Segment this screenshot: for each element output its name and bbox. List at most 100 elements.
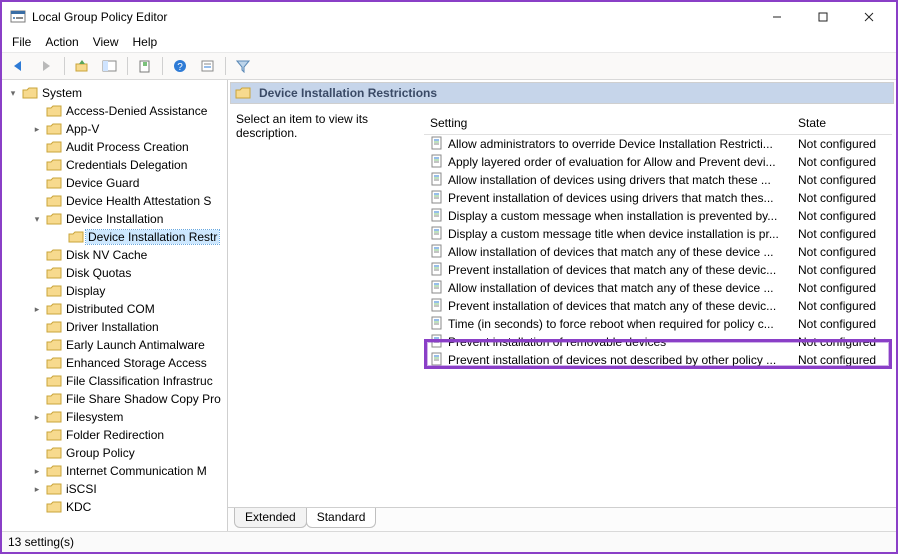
window-frame: Local Group Policy Editor File Action Vi… — [0, 0, 898, 554]
setting-state: Not configured — [792, 349, 892, 371]
tree-item[interactable]: ▸ Filesystem — [6, 408, 227, 426]
menu-view[interactable]: View — [93, 35, 119, 49]
twisty-icon[interactable] — [30, 104, 44, 118]
twisty-icon[interactable]: ▾ — [6, 86, 20, 100]
tree-root[interactable]: ▾ System — [6, 84, 227, 102]
tree-item[interactable]: Credentials Delegation — [6, 156, 227, 174]
tree-item-label: Display — [64, 284, 105, 298]
twisty-icon[interactable] — [30, 266, 44, 280]
tree-item[interactable]: ▸Distributed COM — [6, 300, 227, 318]
tree-scroll[interactable]: ▾ System Access-Denied Assistance▸App-VA… — [2, 80, 227, 531]
twisty-icon[interactable]: ▸ — [30, 482, 44, 496]
tree-item-label: KDC — [64, 500, 91, 514]
twisty-icon[interactable]: ▸ — [30, 464, 44, 478]
setting-row[interactable]: Prevent installation of devices not desc… — [424, 351, 892, 369]
properties-icon[interactable] — [197, 55, 219, 77]
folder-icon — [46, 122, 62, 136]
tree-item-label: Credentials Delegation — [64, 158, 187, 172]
twisty-icon[interactable] — [30, 320, 44, 334]
tree-item[interactable]: Device Health Attestation S — [6, 192, 227, 210]
twisty-icon[interactable] — [30, 356, 44, 370]
tree-item-label: File Classification Infrastruc — [64, 374, 213, 388]
filter-icon[interactable] — [232, 55, 254, 77]
twisty-icon[interactable] — [30, 446, 44, 460]
twisty-icon[interactable] — [30, 194, 44, 208]
folder-icon — [46, 428, 62, 442]
folder-icon — [46, 140, 62, 154]
tree-item[interactable]: ▾ Device Installation — [6, 210, 227, 228]
tree-item[interactable]: KDC — [6, 498, 227, 516]
twisty-icon[interactable] — [30, 338, 44, 352]
tree-item[interactable]: ▸iSCSI — [6, 480, 227, 498]
menu-file[interactable]: File — [12, 35, 31, 49]
twisty-icon[interactable]: ▸ — [30, 410, 44, 424]
tab-extended[interactable]: Extended — [234, 508, 307, 528]
tree-item[interactable]: Device Installation Restr — [6, 228, 227, 246]
tree-item[interactable]: Group Policy — [6, 444, 227, 462]
tree-item[interactable]: Access-Denied Assistance — [6, 102, 227, 120]
twisty-icon[interactable] — [30, 140, 44, 154]
show-hide-console-tree-icon[interactable] — [99, 55, 121, 77]
tree-item[interactable]: Audit Process Creation — [6, 138, 227, 156]
tree-item[interactable]: Enhanced Storage Access — [6, 354, 227, 372]
folder-icon — [46, 356, 62, 370]
twisty-icon[interactable] — [30, 176, 44, 190]
tree-item-label: File Share Shadow Copy Pro — [64, 392, 221, 406]
tab-standard[interactable]: Standard — [306, 508, 377, 528]
export-list-icon[interactable] — [134, 55, 156, 77]
tree-item[interactable]: Early Launch Antimalware — [6, 336, 227, 354]
folder-icon — [46, 320, 62, 334]
tree-item[interactable]: Driver Installation — [6, 318, 227, 336]
maximize-button[interactable] — [800, 3, 846, 31]
menu-action[interactable]: Action — [45, 35, 78, 49]
folder-icon — [46, 176, 62, 190]
tree-item-label: Disk NV Cache — [64, 248, 147, 262]
twisty-icon[interactable] — [30, 284, 44, 298]
folder-icon — [46, 482, 62, 496]
twisty-icon[interactable] — [30, 158, 44, 172]
twisty-icon[interactable]: ▸ — [30, 302, 44, 316]
close-button[interactable] — [846, 3, 892, 31]
title-bar: Local Group Policy Editor — [2, 2, 896, 32]
details-hint: Select an item to view its description. — [236, 112, 416, 503]
window-title: Local Group Policy Editor — [32, 10, 754, 24]
toolbar-separator — [64, 57, 65, 75]
twisty-icon[interactable] — [30, 248, 44, 262]
help-icon[interactable]: ? — [169, 55, 191, 77]
tree-item[interactable]: ▸Internet Communication M — [6, 462, 227, 480]
twisty-icon[interactable]: ▾ — [30, 212, 44, 226]
folder-icon — [235, 86, 251, 100]
tree-item[interactable]: ▸App-V — [6, 120, 227, 138]
tree-item[interactable]: Display — [6, 282, 227, 300]
folder-icon — [46, 284, 62, 298]
folder-icon — [46, 302, 62, 316]
tree-item-label: Filesystem — [64, 410, 123, 424]
tree-item[interactable]: Disk Quotas — [6, 264, 227, 282]
tree-item-label: Driver Installation — [64, 320, 159, 334]
back-button[interactable] — [8, 55, 30, 77]
forward-button[interactable] — [36, 55, 58, 77]
tree-item[interactable]: File Classification Infrastruc — [6, 372, 227, 390]
column-state[interactable]: State — [792, 112, 892, 134]
tree-item-label: Device Installation — [64, 212, 163, 226]
tree-item[interactable]: Disk NV Cache — [6, 246, 227, 264]
folder-icon — [46, 212, 62, 226]
twisty-icon[interactable] — [52, 230, 66, 244]
twisty-icon[interactable] — [30, 374, 44, 388]
column-setting[interactable]: Setting — [424, 112, 792, 134]
menu-help[interactable]: Help — [133, 35, 158, 49]
tree-pane: ▾ System Access-Denied Assistance▸App-VA… — [2, 80, 228, 531]
up-one-level-icon[interactable] — [71, 55, 93, 77]
folder-icon — [46, 266, 62, 280]
tree-item[interactable]: Device Guard — [6, 174, 227, 192]
twisty-icon[interactable]: ▸ — [30, 122, 44, 136]
minimize-button[interactable] — [754, 3, 800, 31]
tree-item[interactable]: Folder Redirection — [6, 426, 227, 444]
tree-item[interactable]: File Share Shadow Copy Pro — [6, 390, 227, 408]
setting-name: Prevent installation of devices not desc… — [448, 353, 786, 367]
folder-icon — [68, 230, 84, 244]
twisty-icon[interactable] — [30, 500, 44, 514]
twisty-icon[interactable] — [30, 428, 44, 442]
twisty-icon[interactable] — [30, 392, 44, 406]
svg-text:?: ? — [177, 62, 183, 73]
